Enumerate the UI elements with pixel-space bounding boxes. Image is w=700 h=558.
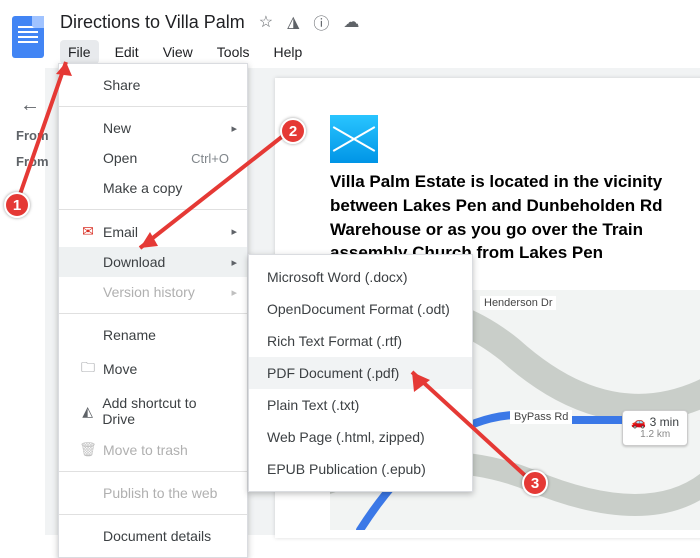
download-epub[interactable]: EPUB Publication (.epub) <box>249 453 472 485</box>
menubar: File Edit View Tools Help <box>60 40 310 64</box>
move-icon[interactable]: ◮ <box>287 12 299 32</box>
menu-tools[interactable]: Tools <box>209 40 258 64</box>
file-menu-share[interactable]: Share <box>59 70 247 100</box>
file-menu-rename[interactable]: Rename <box>59 320 247 350</box>
file-menu-make-copy[interactable]: Make a copy <box>59 173 247 203</box>
trash-icon: 🗑 <box>77 441 99 458</box>
map-road-label-1: Henderson Dr <box>480 296 556 310</box>
star-icon[interactable]: ☆ <box>259 12 273 32</box>
download-submenu: Microsoft Word (.docx) OpenDocument Form… <box>248 254 473 492</box>
download-odt[interactable]: OpenDocument Format (.odt) <box>249 293 472 325</box>
menu-help[interactable]: Help <box>265 40 310 64</box>
windowsclub-logo <box>330 115 378 163</box>
file-menu-open[interactable]: OpenCtrl+O <box>59 143 247 173</box>
outline-heading-1[interactable]: From <box>16 128 49 143</box>
file-menu-publish[interactable]: Publish to the web <box>59 478 247 508</box>
map-road-label-2: ByPass Rd <box>510 410 572 424</box>
map-route-badge: 🚗 3 min 1.2 km <box>622 410 688 446</box>
download-html[interactable]: Web Page (.html, zipped) <box>249 421 472 453</box>
file-menu-new[interactable]: New▸ <box>59 113 247 143</box>
file-menu-move[interactable]: 🗀Move <box>59 350 247 388</box>
drive-icon: ◭ <box>77 403 98 420</box>
map-distance: 1.2 km <box>631 429 679 441</box>
titlebar: Directions to Villa Palm ☆ ◮ ⓘ ☁ <box>60 10 359 34</box>
google-docs-icon[interactable] <box>12 16 44 58</box>
annotation-badge-2: 2 <box>280 118 306 144</box>
gmail-icon: ✉ <box>77 223 99 240</box>
menu-edit[interactable]: Edit <box>107 40 147 64</box>
download-pdf[interactable]: PDF Document (.pdf) <box>249 357 472 389</box>
file-menu-add-shortcut[interactable]: ◭Add shortcut to Drive <box>59 388 247 434</box>
download-txt[interactable]: Plain Text (.txt) <box>249 389 472 421</box>
file-menu-download[interactable]: Download▸ <box>59 247 247 277</box>
menu-view[interactable]: View <box>155 40 201 64</box>
folder-icon: 🗀 <box>77 357 99 381</box>
outline-heading-2[interactable]: From <box>16 154 49 169</box>
document-title[interactable]: Directions to Villa Palm <box>60 12 245 33</box>
outline-back-icon[interactable]: ← <box>20 94 40 117</box>
status-icon[interactable]: ⓘ <box>313 10 329 34</box>
annotation-badge-3: 3 <box>522 470 548 496</box>
menu-file[interactable]: File <box>60 40 99 64</box>
download-rtf[interactable]: Rich Text Format (.rtf) <box>249 325 472 357</box>
cloud-icon[interactable]: ☁ <box>343 12 359 32</box>
file-menu-email[interactable]: ✉Email▸ <box>59 216 247 247</box>
map-duration: 3 min <box>650 415 679 429</box>
annotation-badge-1: 1 <box>4 192 30 218</box>
file-menu-version-history[interactable]: Version history▸ <box>59 277 247 307</box>
file-menu-trash[interactable]: 🗑Move to trash <box>59 434 247 465</box>
file-menu-dropdown: Share New▸ OpenCtrl+O Make a copy ✉Email… <box>58 63 248 558</box>
document-paragraph: Villa Palm Estate is located in the vici… <box>330 170 700 265</box>
file-menu-document-details[interactable]: Document details <box>59 521 247 551</box>
download-docx[interactable]: Microsoft Word (.docx) <box>249 261 472 293</box>
